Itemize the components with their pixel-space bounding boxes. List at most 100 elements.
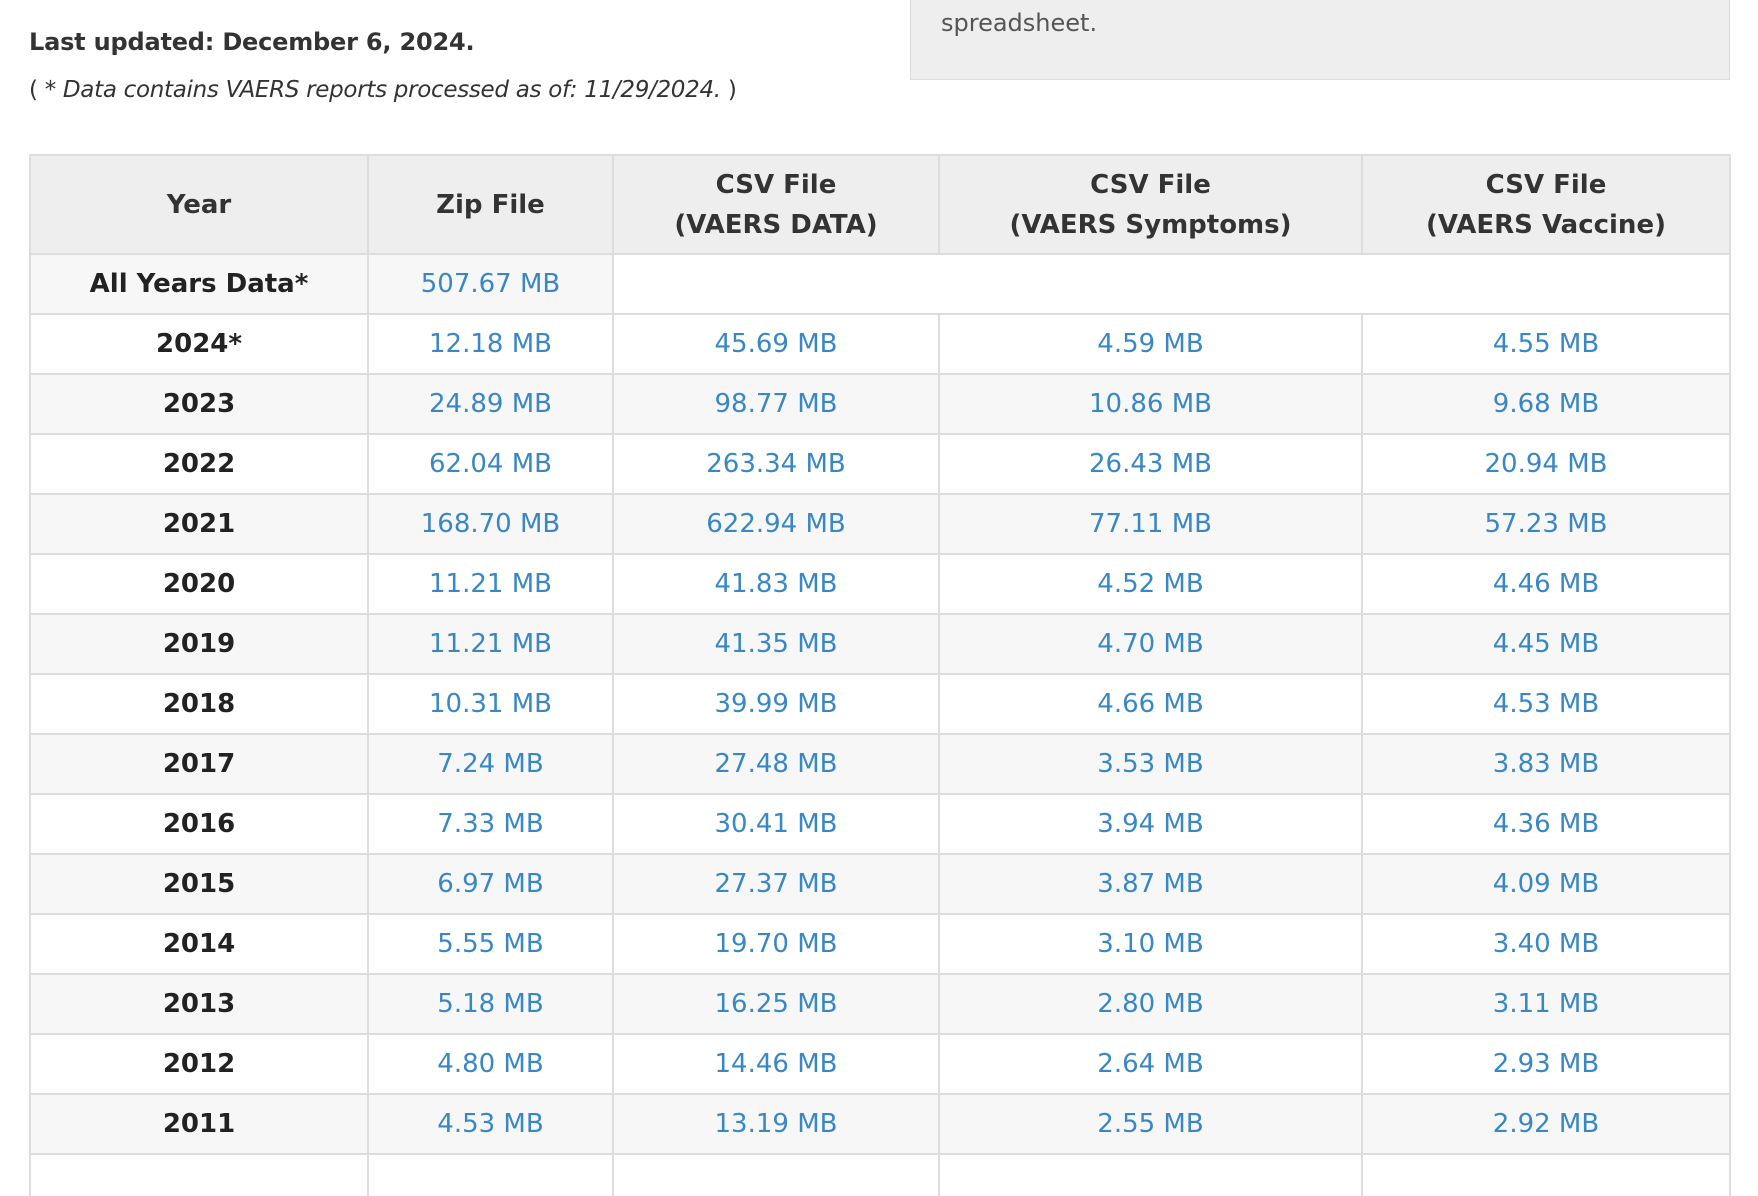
csv-symptoms-download-link[interactable]: 4.59 MB	[1097, 329, 1203, 359]
all-years-zip-link[interactable]: 507.67 MB	[421, 269, 561, 299]
table-row: 2012 4.80 MB 14.46 MB 2.64 MB 2.93 MB	[29, 1033, 1731, 1095]
csv-data-download-link[interactable]: 39.99 MB	[715, 689, 838, 719]
csv-data-download-link[interactable]: 30.41 MB	[715, 809, 838, 839]
csv-vaccine-download-link[interactable]: 3.11 MB	[1493, 989, 1599, 1019]
csv-data-download-link[interactable]: 13.19 MB	[715, 1109, 838, 1139]
csv-vaccine-cell: 9.68 MB	[1361, 373, 1731, 435]
zip-download-link[interactable]: 11.21 MB	[429, 569, 552, 599]
csv-vaccine-cell: 2.92 MB	[1361, 1093, 1731, 1155]
csv-vaccine-download-link[interactable]: 3.40 MB	[1493, 929, 1599, 959]
csv-symptoms-cell: 2.64 MB	[938, 1033, 1363, 1095]
csv-data-download-link[interactable]: 27.37 MB	[715, 869, 838, 899]
csv-vaccine-cell: 3.40 MB	[1361, 913, 1731, 975]
csv-data-download-link[interactable]: 263.34 MB	[706, 449, 846, 479]
csv-data-cell: 27.37 MB	[612, 853, 940, 915]
csv-symptoms-download-link[interactable]: 2.80 MB	[1097, 989, 1203, 1019]
zip-download-link[interactable]: 24.89 MB	[429, 389, 552, 419]
csv-vaccine-download-link[interactable]: 4.46 MB	[1493, 569, 1599, 599]
csv-vaccine-cell: 2.93 MB	[1361, 1033, 1731, 1095]
csv-data-cell: 41.35 MB	[612, 613, 940, 675]
csv-symptoms-download-link[interactable]: 10.86 MB	[1089, 389, 1212, 419]
csv-vaccine-download-link[interactable]: 57.23 MB	[1485, 509, 1608, 539]
zip-download-link[interactable]: 12.18 MB	[429, 329, 552, 359]
csv-symptoms-download-link[interactable]: 3.10 MB	[1097, 929, 1203, 959]
year-cell: 2017	[29, 733, 369, 795]
csv-vaccine-cell: 4.55 MB	[1361, 313, 1731, 375]
csv-symptoms-download-link[interactable]: 77.11 MB	[1089, 509, 1212, 539]
zip-download-link[interactable]: 6.97 MB	[437, 869, 543, 899]
csv-data-download-link[interactable]: 16.25 MB	[715, 989, 838, 1019]
csv-vaccine-download-link[interactable]: 4.55 MB	[1493, 329, 1599, 359]
zip-download-link[interactable]: 168.70 MB	[421, 509, 561, 539]
csv-vaccine-cell: 3.11 MB	[1361, 973, 1731, 1035]
zip-download-link[interactable]: 5.18 MB	[437, 989, 543, 1019]
zip-download-link[interactable]: 5.55 MB	[437, 929, 543, 959]
csv-vaccine-download-link[interactable]: 4.53 MB	[1493, 689, 1599, 719]
csv-data-download-link[interactable]: 622.94 MB	[706, 509, 846, 539]
zip-download-link[interactable]: 7.33 MB	[437, 809, 543, 839]
csv-vaccine-download-link[interactable]: 4.45 MB	[1493, 629, 1599, 659]
csv-vaccine-download-link[interactable]: 9.68 MB	[1493, 389, 1599, 419]
csv-symptoms-download-link[interactable]: 3.87 MB	[1097, 869, 1203, 899]
csv-symptoms-download-link[interactable]: 4.66 MB	[1097, 689, 1203, 719]
csv-data-download-link[interactable]: 41.83 MB	[715, 569, 838, 599]
csv-symptoms-download-link[interactable]: 3.94 MB	[1097, 809, 1203, 839]
csv-vaccine-download-link[interactable]: 20.94 MB	[1485, 449, 1608, 479]
csv-data-download-link[interactable]: 19.70 MB	[715, 929, 838, 959]
csv-symptoms-download-link[interactable]: 26.43 MB	[1089, 449, 1212, 479]
csv-data-download-link[interactable]: 41.35 MB	[715, 629, 838, 659]
csv-vaccine-download-link[interactable]: 4.36 MB	[1493, 809, 1599, 839]
csv-symptoms-cell: 26.43 MB	[938, 433, 1363, 495]
csv-data-cell	[612, 1153, 940, 1196]
csv-vaccine-download-link[interactable]: 4.09 MB	[1493, 869, 1599, 899]
csv-vaccine-download-link[interactable]: 3.83 MB	[1493, 749, 1599, 779]
csv-symptoms-download-link[interactable]: 2.55 MB	[1097, 1109, 1203, 1139]
csv-data-cell: 30.41 MB	[612, 793, 940, 855]
csv-symptoms-download-link[interactable]: 4.70 MB	[1097, 629, 1203, 659]
note-close: )	[720, 77, 737, 103]
csv-vaccine-download-link[interactable]: 2.92 MB	[1493, 1109, 1599, 1139]
zip-download-link[interactable]: 62.04 MB	[429, 449, 552, 479]
table-row: 2016 7.33 MB 30.41 MB 3.94 MB 4.36 MB	[29, 793, 1731, 855]
table-row: 2024* 12.18 MB 45.69 MB 4.59 MB 4.55 MB	[29, 313, 1731, 375]
year-cell: 2022	[29, 433, 369, 495]
csv-vaccine-cell: 57.23 MB	[1361, 493, 1731, 555]
zip-download-link[interactable]: 11.21 MB	[429, 629, 552, 659]
csv-vaccine-cell: 4.46 MB	[1361, 553, 1731, 615]
zip-download-link[interactable]: 4.80 MB	[437, 1049, 543, 1079]
csv-symptoms-download-link[interactable]: 4.52 MB	[1097, 569, 1203, 599]
zip-download-link[interactable]: 10.31 MB	[429, 689, 552, 719]
zip-cell: 24.89 MB	[367, 373, 614, 435]
csv-data-cell: 45.69 MB	[612, 313, 940, 375]
csv-symptoms-download-link[interactable]: 2.64 MB	[1097, 1049, 1203, 1079]
csv-vaccine-cell: 4.45 MB	[1361, 613, 1731, 675]
table-row: 2014 5.55 MB 19.70 MB 3.10 MB 3.40 MB	[29, 913, 1731, 975]
info-box-text: spreadsheet.	[941, 9, 1098, 37]
year-cell: 2013	[29, 973, 369, 1035]
note-open: (	[29, 77, 45, 103]
zip-download-link[interactable]: 4.53 MB	[437, 1109, 543, 1139]
zip-cell: 4.53 MB	[367, 1093, 614, 1155]
zip-cell: 10.31 MB	[367, 673, 614, 735]
year-cell: 2018	[29, 673, 369, 735]
csv-data-download-link[interactable]: 14.46 MB	[715, 1049, 838, 1079]
csv-data-download-link[interactable]: 27.48 MB	[715, 749, 838, 779]
csv-vaccine-download-link[interactable]: 2.93 MB	[1493, 1049, 1599, 1079]
year-cell: 2019	[29, 613, 369, 675]
all-years-row: All Years Data* 507.67 MB	[29, 253, 1731, 315]
zip-cell: 11.21 MB	[367, 553, 614, 615]
csv-data-cell: 16.25 MB	[612, 973, 940, 1035]
csv-vaccine-cell: 4.09 MB	[1361, 853, 1731, 915]
table-row: 2020 11.21 MB 41.83 MB 4.52 MB 4.46 MB	[29, 553, 1731, 615]
csv-symptoms-download-link[interactable]: 3.53 MB	[1097, 749, 1203, 779]
zip-cell: 7.24 MB	[367, 733, 614, 795]
table-row: 2018 10.31 MB 39.99 MB 4.66 MB 4.53 MB	[29, 673, 1731, 735]
csv-data-download-link[interactable]: 98.77 MB	[715, 389, 838, 419]
csv-symptoms-cell: 3.10 MB	[938, 913, 1363, 975]
table-row: 2019 11.21 MB 41.35 MB 4.70 MB 4.45 MB	[29, 613, 1731, 675]
zip-download-link[interactable]: 7.24 MB	[437, 749, 543, 779]
year-cell: 2014	[29, 913, 369, 975]
year-cell: 2016	[29, 793, 369, 855]
year-cell	[29, 1153, 369, 1196]
csv-data-download-link[interactable]: 45.69 MB	[715, 329, 838, 359]
